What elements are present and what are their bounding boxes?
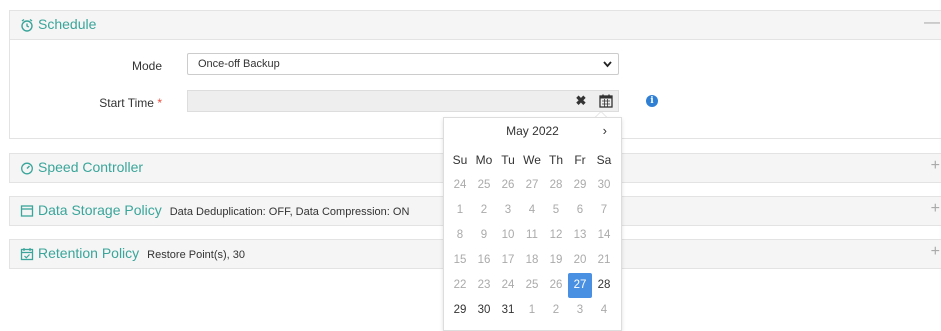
retention-policy-title-text: Retention Policy — [38, 245, 140, 261]
calendar-day: 18 — [525, 254, 539, 266]
datepicker: May 2022 › Su Mo Tu We Th Fr Sa 24 25 26 27 28 29 30 1… — [443, 117, 622, 331]
weekday-label: Tu — [501, 153, 515, 167]
speed-controller-title: Speed Controller — [38, 159, 144, 175]
calendar-day[interactable]: 29 — [448, 298, 472, 323]
mode-select[interactable]: Once-off Backup — [187, 53, 619, 75]
calendar-day: 26 — [501, 179, 515, 191]
datepicker-grid: Su Mo Tu We Th Fr Sa 24 25 26 27 28 29 30 1 2 3 4 5 6 7 8 9 10 1… — [448, 148, 616, 323]
data-storage-policy-summary: Data Deduplication: OFF, Data Compressio… — [169, 206, 410, 218]
calendar-day: 25 — [477, 179, 491, 191]
calendar-day: 19 — [549, 254, 563, 266]
mode-select-value: Once-off Backup — [198, 58, 280, 70]
calendar-day: 15 — [453, 254, 467, 266]
calendar-icon[interactable] — [597, 92, 615, 110]
schedule-panel-header[interactable]: Schedule — — [10, 11, 941, 40]
calendar-day: 26 — [549, 279, 563, 291]
calendar-week-row: 29 30 31 1 2 3 4 — [448, 298, 616, 323]
datepicker-month-label[interactable]: May 2022 — [444, 124, 621, 138]
weekday-label: Th — [548, 153, 563, 167]
collapse-toggle[interactable]: — — [924, 14, 940, 32]
calendar-day[interactable]: 28 — [592, 273, 616, 298]
speedometer-icon — [21, 162, 33, 175]
calendar-day: 28 — [549, 179, 563, 191]
calendar-week-row: 1 2 3 4 5 6 7 — [448, 198, 616, 223]
calendar-day: 23 — [477, 279, 491, 291]
calendar-day: 29 — [573, 179, 587, 191]
calendar-day: 10 — [501, 229, 515, 241]
calendar-day: 21 — [597, 254, 611, 266]
data-storage-policy-title-text: Data Storage Policy — [38, 202, 162, 218]
expand-toggle[interactable]: + — [931, 243, 940, 261]
mode-label: Mode — [131, 59, 162, 73]
calendar-day: 9 — [480, 229, 488, 241]
data-storage-policy-title: Data Storage Policy Data Deduplication: O… — [38, 202, 409, 218]
calendar-day: 7 — [600, 204, 608, 216]
calendar-day: 6 — [576, 204, 584, 216]
calendar-day: 1 — [528, 304, 536, 316]
calendar-day: 8 — [456, 229, 464, 241]
retention-policy-title: Retention Policy Restore Point(s), 30 — [38, 245, 245, 261]
weekday-label: We — [523, 153, 541, 167]
calendar-day: 3 — [576, 304, 584, 316]
weekday-label: Su — [452, 153, 468, 167]
expand-toggle[interactable]: + — [931, 200, 940, 218]
datepicker-caret-inner — [596, 112, 606, 117]
calendar-day: 20 — [573, 254, 587, 266]
calendar-week-row: 15 16 17 18 19 20 21 — [448, 248, 616, 273]
weekday-label: Mo — [475, 153, 493, 167]
calendar-day: 24 — [501, 279, 515, 291]
next-month-button[interactable]: › — [603, 123, 607, 138]
calendar-day[interactable]: 31 — [496, 298, 520, 323]
info-icon[interactable]: i — [646, 95, 658, 107]
expand-toggle[interactable]: + — [931, 157, 940, 175]
calendar-week-row: 8 9 10 11 12 13 14 — [448, 223, 616, 248]
calendar-day: 5 — [552, 204, 560, 216]
calendar-day: 12 — [549, 229, 563, 241]
calendar-day-selected[interactable]: 27 — [568, 273, 592, 298]
calendar-day: 3 — [504, 204, 512, 216]
calendar-day: 25 — [525, 279, 539, 291]
calendar-day: 27 — [525, 179, 539, 191]
schedule-title: Schedule — [38, 16, 97, 32]
calendar-week-row: 22 23 24 25 26 27 28 — [448, 273, 616, 298]
clear-icon[interactable]: ✖ — [572, 90, 590, 112]
calendar-check-icon — [20, 248, 34, 261]
calendar-day: 2 — [480, 204, 488, 216]
calendar-day[interactable]: 30 — [472, 298, 496, 323]
retention-policy-summary: Restore Point(s), 30 — [147, 249, 245, 261]
weekday-label: Fr — [574, 153, 586, 167]
alarm-clock-icon — [21, 18, 33, 32]
weekday-label: Sa — [596, 153, 612, 167]
chevron-down-icon — [603, 61, 612, 68]
weekday-header-row: Su Mo Tu We Th Fr Sa — [448, 148, 616, 173]
calendar-day: 24 — [453, 179, 467, 191]
calendar-day: 22 — [453, 279, 467, 291]
calendar-day: 2 — [552, 304, 560, 316]
required-marker: * — [157, 96, 162, 110]
calendar-day: 11 — [526, 229, 538, 241]
calendar-week-row: 24 25 26 27 28 29 30 — [448, 173, 616, 198]
storage-icon — [20, 205, 34, 217]
calendar-day: 4 — [600, 304, 608, 316]
calendar-day: 14 — [597, 229, 611, 241]
start-time-input[interactable] — [187, 90, 619, 112]
calendar-day: 13 — [573, 229, 587, 241]
start-time-label: Start Time * — [2, 96, 162, 110]
calendar-day: 16 — [477, 254, 491, 266]
calendar-day: 17 — [501, 254, 515, 266]
calendar-day: 1 — [456, 204, 464, 216]
calendar-day: 4 — [528, 204, 536, 216]
start-time-label-text: Start Time — [99, 96, 154, 110]
calendar-day: 30 — [597, 179, 611, 191]
